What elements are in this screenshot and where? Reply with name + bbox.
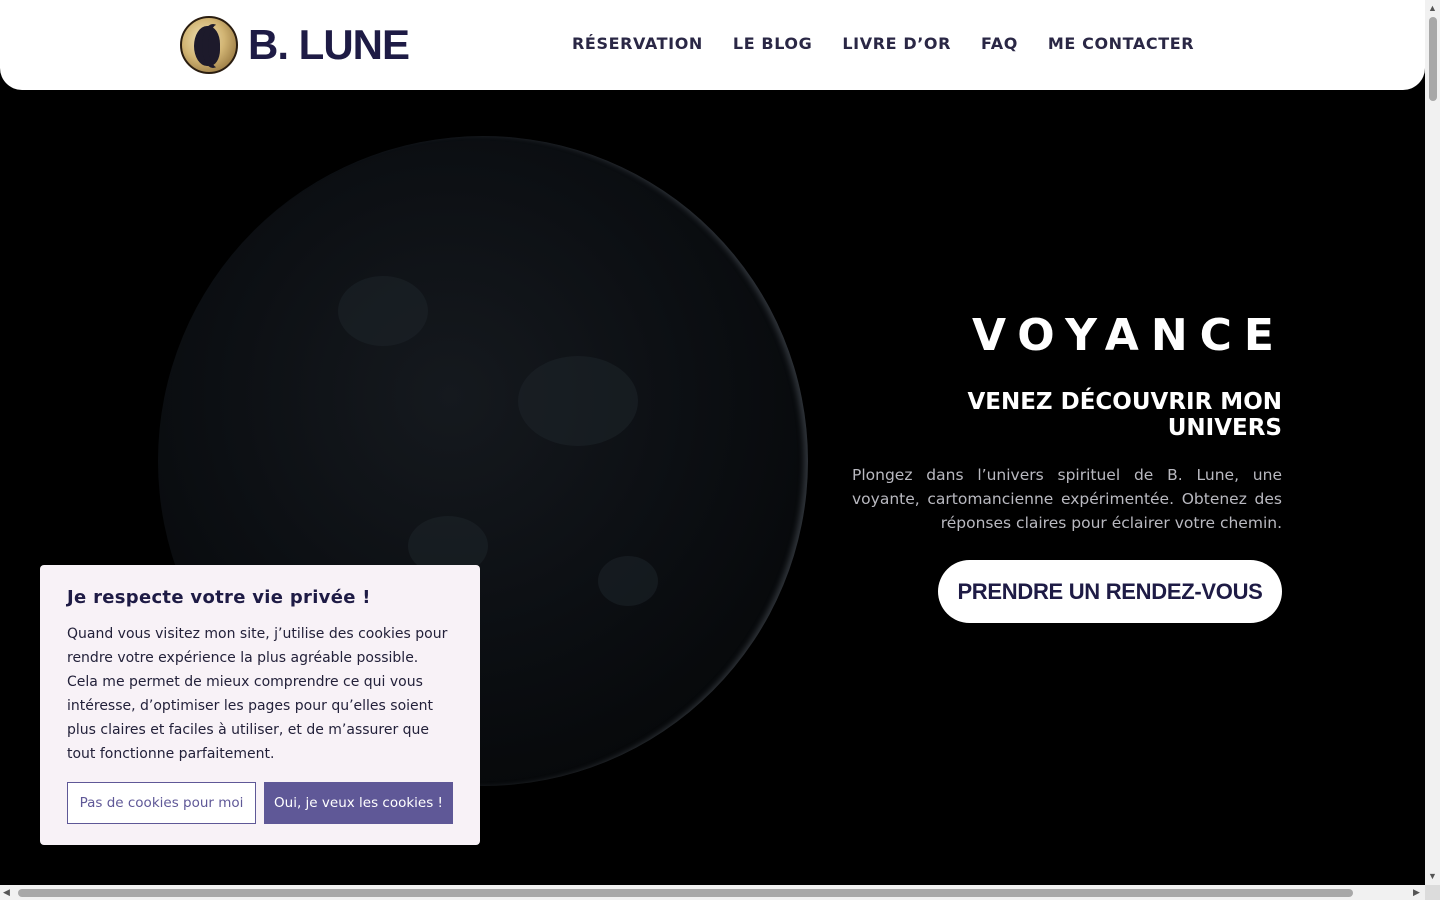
accept-cookies-button[interactable]: Oui, je veux les cookies ! xyxy=(264,782,453,824)
nav-item-blog[interactable]: LE BLOG xyxy=(733,34,812,53)
scrollbar-corner xyxy=(1425,885,1440,900)
nav-item-guestbook[interactable]: LIVRE D’OR xyxy=(842,34,951,53)
scroll-up-icon[interactable]: ▲ xyxy=(1428,3,1437,13)
hero-description: Plongez dans l’univers spirituel de B. L… xyxy=(852,466,1282,532)
nav-item-faq[interactable]: FAQ xyxy=(981,34,1018,53)
logo-link[interactable]: B. LUNE xyxy=(180,16,410,74)
hero-section: VOYANCE VENEZ DÉCOUVRIR MON UNIVERS Plon… xyxy=(852,310,1282,535)
hero-title: VOYANCE xyxy=(972,310,1286,361)
vertical-scrollbar[interactable]: ▲ ▼ xyxy=(1425,0,1440,885)
site-header: B. LUNE RÉSERVATION LE BLOG LIVRE D’OR F… xyxy=(0,0,1425,90)
main-nav: RÉSERVATION LE BLOG LIVRE D’OR FAQ ME CO… xyxy=(572,34,1194,53)
cookie-banner-title: Je respecte votre vie privée ! xyxy=(67,587,371,608)
logo-emblem-icon xyxy=(180,16,238,74)
brand-name: B. LUNE xyxy=(248,21,410,68)
scroll-right-icon[interactable]: ▶ xyxy=(1413,887,1420,898)
decline-cookies-button[interactable]: Pas de cookies pour moi xyxy=(67,782,256,824)
page-viewport: B. LUNE RÉSERVATION LE BLOG LIVRE D’OR F… xyxy=(0,0,1425,885)
book-appointment-button[interactable]: PRENDRE UN RENDEZ-VOUS xyxy=(938,560,1282,623)
cookie-banner: Je respecte votre vie privée ! Quand vou… xyxy=(40,565,480,845)
nav-item-contact[interactable]: ME CONTACTER xyxy=(1048,34,1194,53)
cookie-banner-text: Quand vous visitez mon site, j’utilise d… xyxy=(67,626,448,762)
scroll-down-icon[interactable]: ▼ xyxy=(1428,871,1437,881)
scroll-left-icon[interactable]: ◀ xyxy=(3,887,10,898)
vertical-scroll-thumb[interactable] xyxy=(1429,17,1437,101)
horizontal-scroll-thumb[interactable] xyxy=(18,889,1353,897)
cookie-banner-actions: Pas de cookies pour moi Oui, je veux les… xyxy=(67,782,453,824)
horizontal-scrollbar[interactable]: ◀ ▶ xyxy=(0,885,1425,900)
nav-item-reservation[interactable]: RÉSERVATION xyxy=(572,34,703,53)
hero-subtitle: VENEZ DÉCOUVRIR MON UNIVERS xyxy=(967,389,1282,441)
